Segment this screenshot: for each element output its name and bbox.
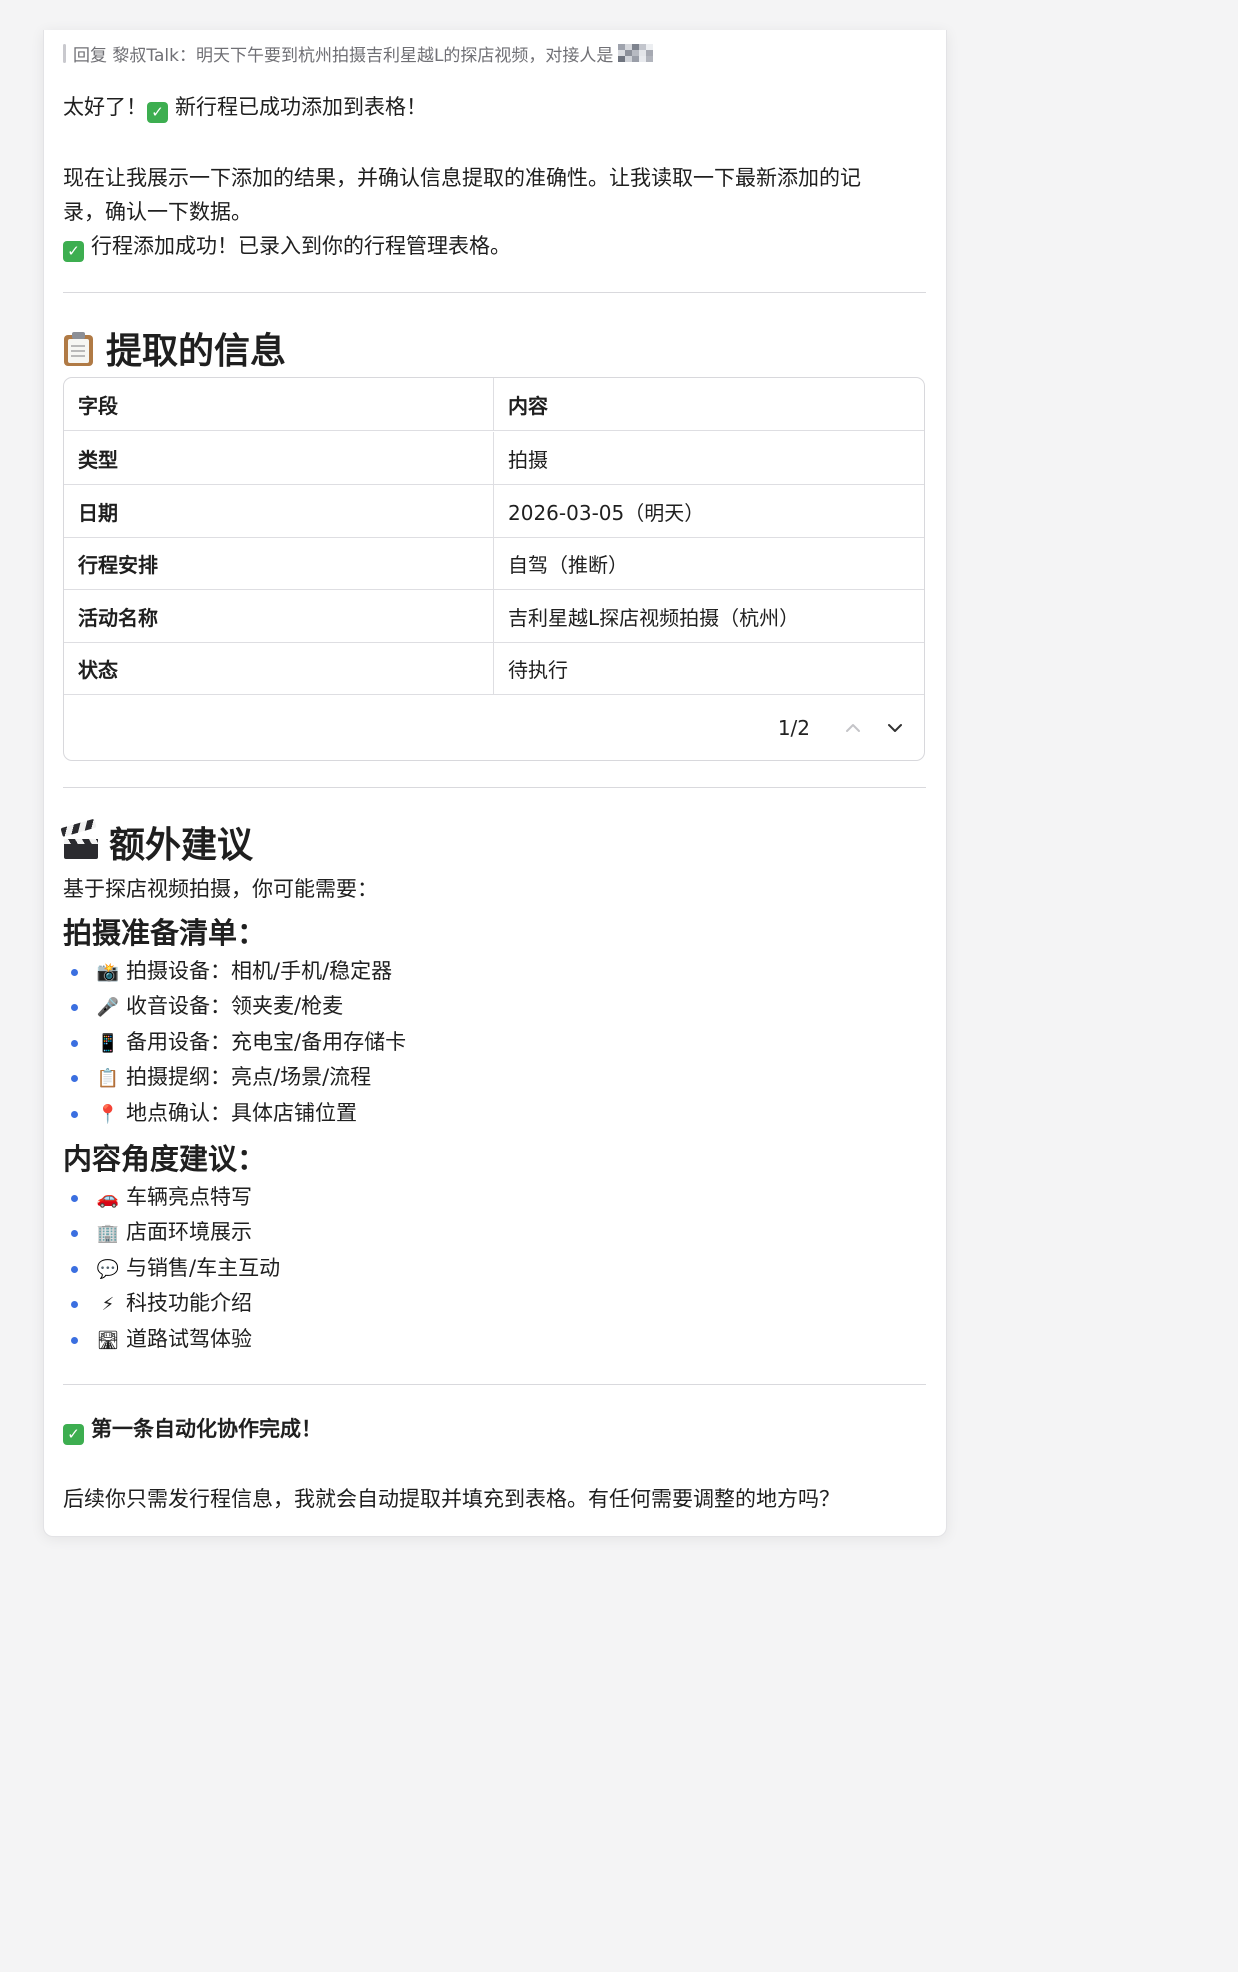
list-item-text: 与销售/车主互动 bbox=[126, 1255, 281, 1280]
subheading-content-angles: 内容角度建议： bbox=[63, 1142, 267, 1176]
list-item: 🚗 车辆亮点特写 bbox=[63, 1180, 926, 1215]
chevron-down-icon[interactable] bbox=[882, 715, 908, 741]
completion-text: 第一条自动化协作完成！ bbox=[91, 1417, 322, 1441]
section-heading-extra-suggestions: 额外建议 bbox=[60, 818, 926, 866]
table-cell-value: 拍摄 bbox=[508, 447, 548, 472]
table-cell-field: 行程安排 bbox=[64, 537, 494, 589]
table-row: 日期 2026-03-05（明天） bbox=[64, 485, 924, 538]
list-item-text: 科技功能介绍 bbox=[126, 1291, 252, 1316]
table-row: 状态 待执行 bbox=[64, 642, 924, 695]
list-item-text: 拍摄设备：相机/手机/稳定器 bbox=[126, 959, 393, 983]
check-mark-icon: ✓ bbox=[147, 102, 168, 123]
intro-line-start: 太好了！ bbox=[63, 95, 147, 119]
list-item: 🏢 店面环境展示 bbox=[63, 1215, 926, 1250]
success-line: ✓ 行程添加成功！已录入到你的行程管理表格。 bbox=[63, 229, 926, 263]
list-item: 📱 备用设备：充电宝/备用存储卡 bbox=[63, 1025, 926, 1060]
subheading-prep-checklist: 拍摄准备清单： bbox=[63, 916, 267, 950]
suggestions-lead: 基于探店视频拍摄，你可能需要： bbox=[63, 877, 378, 901]
list-item-text: 道路试驾体验 bbox=[126, 1326, 252, 1351]
prep-checklist: 📸 拍摄设备：相机/手机/稳定器 🎤 收音设备：领夹麦/枪麦 📱 备用设备：充电宝/备… bbox=[63, 954, 926, 1131]
success-text: 行程添加成功！已录入到你的行程管理表格。 bbox=[91, 234, 511, 258]
table-header-row: 字段 内容 bbox=[64, 378, 924, 431]
motorway-icon: 🛣 bbox=[96, 1329, 120, 1351]
reply-quote[interactable]: 回复 黎叔Talk：明天下午要到杭州拍摄吉利星越L的探店视频，对接人是 bbox=[63, 42, 926, 66]
table-cell-value: 自驾（推断） bbox=[508, 552, 628, 577]
message-card: 回复 黎叔Talk：明天下午要到杭州拍摄吉利星越L的探店视频，对接人是 太好了！… bbox=[43, 30, 947, 1537]
list-item-text: 收音设备：领夹麦/枪麦 bbox=[126, 994, 344, 1019]
table-pager: 1/2 bbox=[778, 696, 924, 760]
intro-line: 太好了！ ✓ 新行程已成功添加到表格！ bbox=[63, 90, 926, 124]
completion-line: ✓ 第一条自动化协作完成！ bbox=[63, 1412, 926, 1446]
round-pushpin-icon: 📍 bbox=[96, 1103, 120, 1125]
quote-bar bbox=[63, 43, 66, 63]
intro-paragraph-line-2: 录，确认一下数据。 bbox=[63, 200, 252, 224]
table-row: 活动名称 吉利星越L探店视频拍摄（杭州） bbox=[64, 590, 924, 643]
speech-bubble-icon: 💬 bbox=[96, 1258, 120, 1280]
section-heading-extracted-info: 提取的信息 bbox=[63, 326, 926, 372]
section-title: 额外建议 bbox=[109, 825, 254, 866]
list-item-text: 店面环境展示 bbox=[126, 1220, 252, 1245]
clipboard-icon bbox=[63, 331, 94, 366]
list-item: 🛣 道路试驾体验 bbox=[63, 1322, 926, 1357]
table-header-cell: 内容 bbox=[508, 393, 548, 418]
list-item-text: 地点确认：具体店铺位置 bbox=[126, 1100, 357, 1125]
list-item: ⚡ 科技功能介绍 bbox=[63, 1286, 926, 1321]
table-cell-value: 待执行 bbox=[508, 657, 568, 682]
clipboard-icon: 📋 bbox=[96, 1068, 120, 1090]
microphone-icon: 🎤 bbox=[96, 997, 120, 1019]
chevron-up-icon[interactable] bbox=[840, 715, 866, 741]
list-item: 🎤 收音设备：领夹麦/枪麦 bbox=[63, 989, 926, 1024]
mobile-phone-icon: 📱 bbox=[96, 1032, 120, 1054]
divider bbox=[63, 292, 926, 293]
intro-paragraph: 现在让我展示一下添加的结果，并确认信息提取的准确性。让我读取一下最新添加的记 录… bbox=[63, 161, 926, 263]
table-cell-value: 2026-03-05（明天） bbox=[508, 500, 705, 525]
list-item-text: 备用设备：充电宝/备用存储卡 bbox=[126, 1029, 407, 1054]
content-angle-list: 🚗 车辆亮点特写 🏢 店面环境展示 💬 与销售/车主互动 ⚡ 科技功能介绍 🛣 道路试驾体… bbox=[63, 1180, 926, 1357]
table-cell-value: 吉利星越L探店视频拍摄（杭州） bbox=[508, 605, 800, 630]
office-building-icon: 🏢 bbox=[96, 1223, 120, 1245]
reply-text: 回复 黎叔Talk：明天下午要到杭州拍摄吉利星越L的探店视频，对接人是 bbox=[73, 45, 614, 66]
intro-paragraph-line-1: 现在让我展示一下添加的结果，并确认信息提取的准确性。让我读取一下最新添加的记 bbox=[63, 166, 861, 190]
table-cell-field: 类型 bbox=[64, 432, 494, 484]
table-row: 类型 拍摄 bbox=[64, 432, 924, 485]
table-cell-field: 状态 bbox=[64, 642, 494, 694]
clapper-board-icon bbox=[60, 818, 99, 859]
section-title: 提取的信息 bbox=[106, 331, 287, 372]
car-icon: 🚗 bbox=[96, 1188, 120, 1209]
divider bbox=[63, 1384, 926, 1385]
table-cell-field: 活动名称 bbox=[64, 590, 494, 642]
list-item: 💬 与销售/车主互动 bbox=[63, 1251, 926, 1286]
extracted-info-table: 字段 内容 类型 拍摄 日期 2026-03-05（明天） 行程安排 自驾（推断… bbox=[63, 377, 925, 761]
lightning-icon: ⚡ bbox=[101, 1294, 115, 1316]
redacted-contact-mosaic bbox=[618, 44, 654, 62]
check-mark-icon: ✓ bbox=[63, 1424, 84, 1445]
list-item: 📍 地点确认：具体店铺位置 bbox=[63, 1096, 926, 1131]
divider bbox=[63, 787, 926, 788]
check-mark-icon: ✓ bbox=[63, 241, 84, 262]
list-item: 📸 拍摄设备：相机/手机/稳定器 bbox=[63, 954, 926, 989]
table-row: 行程安排 自驾（推断） bbox=[64, 537, 924, 590]
intro-line-rest: 新行程已成功添加到表格！ bbox=[175, 95, 427, 119]
closing-paragraph: 后续你只需发行程信息，我就会自动提取并填充到表格。有任何需要调整的地方吗？ bbox=[63, 1487, 840, 1511]
page-indicator: 1/2 bbox=[777, 716, 810, 740]
camera-flash-icon: 📸 bbox=[96, 962, 120, 983]
table-cell-field: 日期 bbox=[64, 485, 494, 537]
table-header-cell: 字段 bbox=[64, 378, 494, 430]
list-item: 📋 拍摄提纲：亮点/场景/流程 bbox=[63, 1060, 926, 1095]
list-item-text: 车辆亮点特写 bbox=[126, 1185, 252, 1209]
list-item-text: 拍摄提纲：亮点/场景/流程 bbox=[126, 1065, 372, 1090]
